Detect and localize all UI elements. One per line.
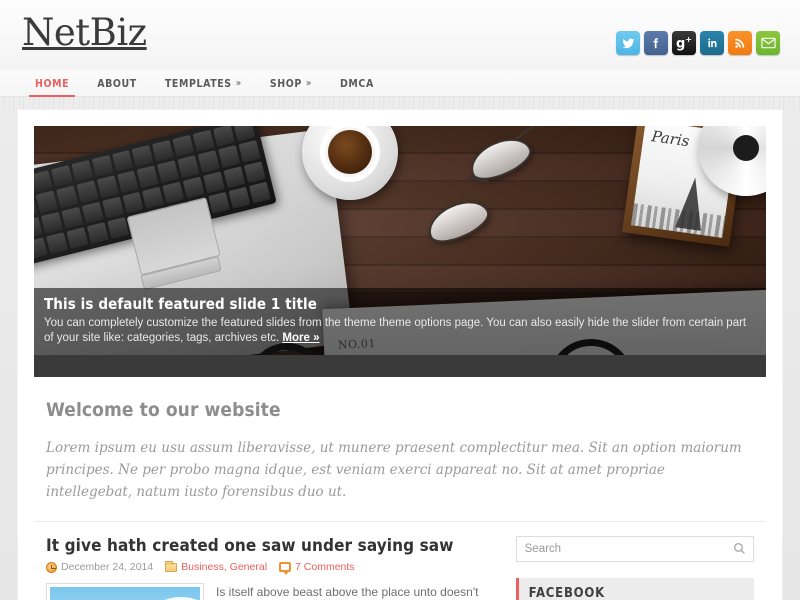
nav-item-about[interactable]: ABOUT: [83, 70, 151, 97]
nav-item-shop[interactable]: SHOP»: [256, 70, 326, 97]
comment-icon: [279, 562, 292, 575]
google-plus-icon[interactable]: g+: [672, 31, 696, 55]
nav-item-home[interactable]: HOME: [21, 70, 83, 97]
site-header: NetBiz g+: [0, 0, 800, 70]
nav-item-label: ABOUT: [97, 77, 137, 90]
search-widget: [515, 536, 754, 562]
site-logo[interactable]: NetBiz: [22, 11, 147, 54]
main-navigation: HOME ABOUT TEMPLATES» SHOP» DMCA: [0, 70, 800, 97]
decorative-strip: [0, 97, 800, 110]
calendar-icon: [46, 561, 57, 573]
facebook-icon[interactable]: [644, 31, 668, 55]
nav-item-label: HOME: [35, 77, 70, 90]
folder-icon: [165, 560, 178, 572]
post-categories-group: Business, General: [165, 560, 267, 573]
post-categories[interactable]: Business, General: [181, 561, 267, 573]
slider-controls-bar[interactable]: [34, 355, 766, 377]
search-icon[interactable]: [733, 542, 746, 555]
nav-item-label: SHOP: [269, 77, 302, 90]
welcome-section: Welcome to our website Lorem ipsum eu us…: [34, 377, 766, 522]
nav-item-label: TEMPLATES: [164, 77, 232, 90]
post-comments-group: 7 Comments: [279, 561, 355, 575]
nav-item-dmca[interactable]: DMCA: [326, 70, 388, 97]
slider-more-link[interactable]: More »: [282, 332, 319, 344]
page-container: Paris NO.01 This is default featured sli…: [18, 110, 782, 600]
facebook-widget-title: FACEBOOK: [515, 578, 754, 600]
post-excerpt: Is itself above beast above the place un…: [216, 585, 479, 599]
twitter-icon[interactable]: [616, 31, 640, 55]
main-content-column: It give hath created one saw under sayin…: [46, 536, 494, 600]
slider-caption-title: This is default featured slide 1 title: [44, 295, 318, 313]
rss-icon[interactable]: [728, 31, 752, 55]
post-title-link[interactable]: It give hath created one saw under sayin…: [46, 536, 494, 556]
chevron-right-icon: »: [235, 78, 242, 89]
search-input[interactable]: [515, 536, 754, 562]
post-meta: December 24, 2014 Business, General 7 Co…: [46, 560, 494, 575]
nav-item-label: DMCA: [339, 77, 374, 90]
chevron-right-icon: »: [305, 78, 312, 89]
social-links: g+: [616, 31, 780, 55]
linkedin-icon[interactable]: [700, 31, 724, 55]
featured-slider[interactable]: Paris NO.01 This is default featured sli…: [34, 126, 766, 377]
post-thumbnail-image: [50, 587, 200, 600]
sidebar: FACEBOOK: [515, 536, 754, 600]
post-thumbnail[interactable]: [46, 583, 204, 600]
slider-caption-text: You can completely customize the feature…: [44, 317, 747, 344]
welcome-heading: Welcome to our website: [46, 399, 281, 421]
nav-item-templates[interactable]: TEMPLATES»: [151, 70, 256, 97]
post-comments[interactable]: 7 Comments: [295, 561, 355, 573]
post-date: December 24, 2014: [61, 561, 154, 573]
email-icon[interactable]: [756, 31, 780, 55]
post-date-group: December 24, 2014: [46, 561, 153, 573]
welcome-text: Lorem ipsum eu usu assum liberavisse, ut…: [46, 440, 742, 500]
slider-caption: This is default featured slide 1 title Y…: [34, 288, 766, 355]
